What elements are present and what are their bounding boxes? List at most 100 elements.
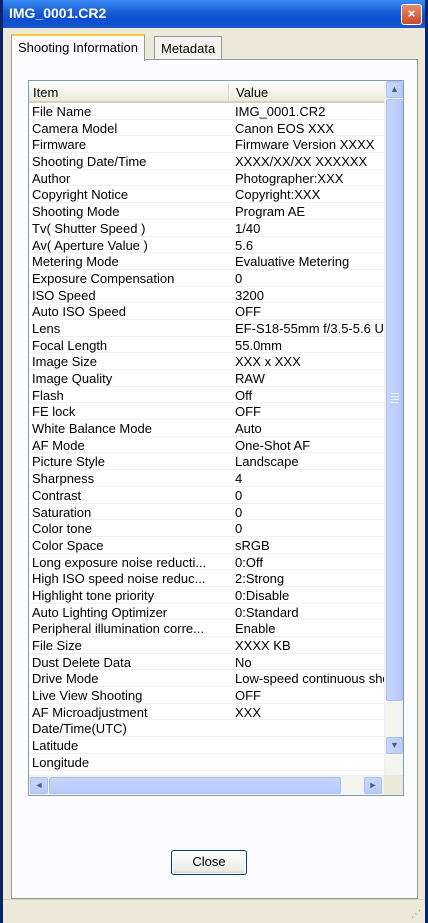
row-item-label: File Name (32, 104, 92, 119)
list-row[interactable]: AF Mode One-Shot AF (29, 437, 385, 454)
window-title: IMG_0001.CR2 (9, 5, 107, 21)
row-item-label: Focal Length (32, 337, 108, 353)
row-value: sRGB (235, 537, 270, 553)
row-value: Photographer:XXX (235, 170, 344, 186)
list-row[interactable]: Long exposure noise reducti... 0:Off (29, 554, 385, 571)
list-row[interactable]: Shooting Date/Time XXXX/XX/XX XXXXXX (29, 153, 385, 170)
row-value: 5.6 (235, 237, 254, 253)
scroll-up-icon[interactable]: ▲ (386, 81, 403, 98)
row-value: IMG_0001.CR2 (235, 104, 326, 119)
list-row[interactable]: Highlight tone priority 0:Disable (29, 587, 385, 604)
row-item-label: File Size (32, 638, 82, 653)
row-item-label: Metering Mode (32, 254, 119, 270)
resize-grip-icon[interactable]: ⋰ (411, 909, 421, 920)
list-row[interactable]: Shooting Mode Program AE (29, 203, 385, 220)
list-row[interactable]: Peripheral illumination corre... Enable (29, 620, 385, 637)
row-item-label: Sharpness (32, 471, 95, 487)
scroll-right-icon[interactable]: ► (364, 777, 382, 794)
column-divider[interactable] (228, 84, 230, 100)
row-item-label: Long exposure noise reducti... (32, 554, 207, 570)
row-item-label: Tv( Shutter Speed ) (32, 220, 146, 236)
list-row[interactable]: Av( Aperture Value ) 5.6 (29, 237, 385, 254)
row-value: XXXX KB (235, 638, 291, 653)
row-item-label: Dust Delete Data (32, 654, 131, 670)
row-item-label: Author (32, 170, 71, 186)
info-list[interactable]: Item Value File Name IMG_0001.CR2 Camera M… (28, 80, 404, 796)
list-row[interactable]: File Size XXXX KB (29, 637, 385, 654)
row-value: 0:Disable (235, 587, 290, 603)
row-value: Firmware Version XXXX (235, 137, 375, 153)
row-value: 0 (235, 504, 243, 520)
row-value: Program AE (235, 204, 306, 220)
list-row[interactable]: FE lock OFF (29, 403, 385, 421)
row-value: 0 (235, 521, 243, 537)
list-row[interactable]: Focal Length 55.0mm (29, 337, 385, 354)
list-row[interactable]: ISO Speed 3200 (29, 287, 385, 304)
list-row[interactable]: Drive Mode Low-speed continuous shoc (29, 670, 385, 688)
list-row[interactable]: White Balance Mode Auto (29, 420, 385, 437)
row-value: Landscape (235, 454, 299, 470)
list-row[interactable]: Longitude (29, 754, 385, 771)
list-row[interactable]: Exposure Compensation 0 (29, 270, 385, 287)
row-item-label: Live View Shooting (32, 688, 143, 704)
list-row[interactable]: Sharpness 4 (29, 470, 385, 487)
list-row[interactable]: Color Space sRGB (29, 537, 385, 554)
list-row[interactable]: Date/Time(UTC) (29, 720, 385, 738)
list-row[interactable]: Contrast 0 (29, 487, 385, 504)
row-item-label: Exposure Compensation (32, 270, 175, 286)
tab-shooting-information[interactable]: Shooting Information (11, 34, 145, 61)
scroll-down-icon[interactable]: ▼ (386, 737, 403, 754)
list-row[interactable]: Auto ISO Speed OFF (29, 303, 385, 320)
row-value: 0:Off (235, 554, 263, 570)
row-value: 0:Standard (235, 604, 299, 620)
list-row[interactable]: Tv( Shutter Speed ) 1/40 (29, 220, 385, 237)
row-value: 2:Strong (235, 571, 285, 587)
list-row[interactable]: Metering Mode Evaluative Metering (29, 253, 385, 270)
window-close-icon[interactable]: × (401, 4, 422, 25)
list-row[interactable]: Latitude (29, 737, 385, 754)
column-header-value[interactable]: Value (236, 85, 268, 100)
list-row[interactable]: Image Quality RAW (29, 370, 385, 387)
list-row[interactable]: Live View Shooting OFF (29, 687, 385, 704)
row-value: OFF (235, 304, 261, 320)
list-row[interactable]: Image Size XXX x XXX (29, 353, 385, 370)
row-item-label: Av( Aperture Value ) (32, 237, 148, 253)
close-button[interactable]: Close (171, 850, 247, 875)
title-bar[interactable]: IMG_0001.CR2 × (3, 0, 425, 28)
vertical-scroll-thumb[interactable] (386, 99, 403, 701)
row-item-label: AF Mode (32, 437, 85, 453)
tab-metadata[interactable]: Metadata (154, 36, 223, 60)
list-row[interactable]: Author Photographer:XXX (29, 170, 385, 187)
row-value: 4 (235, 471, 243, 487)
list-row[interactable]: Copyright Notice Copyright:XXX (29, 186, 385, 204)
list-row[interactable]: Lens EF-S18-55mm f/3.5-5.6 USI (29, 320, 385, 337)
list-row[interactable]: Auto Lighting Optimizer 0:Standard (29, 604, 385, 621)
tab-panel-shooting-information: Item Value File Name IMG_0001.CR2 Camera M… (11, 59, 418, 899)
row-item-label: FE lock (32, 404, 76, 420)
list-header: Item Value (29, 81, 385, 103)
list-row[interactable]: High ISO speed noise reduc... 2:Strong (29, 570, 385, 587)
row-item-label: Latitude (32, 738, 79, 754)
row-value: Copyright:XXX (235, 187, 321, 203)
horizontal-scroll-thumb[interactable] (49, 777, 341, 794)
list-row[interactable]: File Name IMG_0001.CR2 (29, 103, 385, 120)
list-row[interactable]: Dust Delete Data No (29, 654, 385, 671)
list-row[interactable]: Saturation 0 (29, 504, 385, 521)
row-value: 0 (235, 487, 243, 503)
row-item-label: Contrast (32, 487, 82, 503)
list-row[interactable]: Color tone 0 (29, 520, 385, 537)
list-row[interactable]: Firmware Firmware Version XXXX (29, 136, 385, 154)
list-row[interactable]: Picture Style Landscape (29, 453, 385, 471)
row-item-label: Longitude (32, 754, 90, 770)
row-item-label: Saturation (32, 504, 92, 520)
row-value: 3200 (235, 287, 264, 303)
row-item-label: Shooting Date/Time (32, 154, 147, 170)
vertical-scrollbar[interactable]: ▲ ▼ (384, 81, 403, 775)
list-row[interactable]: Camera Model Canon EOS XXX (29, 120, 385, 137)
horizontal-scrollbar[interactable]: ◄ ► (29, 775, 403, 795)
column-header-item[interactable]: Item (33, 85, 58, 100)
row-item-label: Date/Time(UTC) (32, 721, 127, 737)
list-row[interactable]: Flash Off (29, 387, 385, 404)
list-row[interactable]: AF Microadjustment XXX (29, 704, 385, 721)
scroll-left-icon[interactable]: ◄ (30, 777, 48, 794)
